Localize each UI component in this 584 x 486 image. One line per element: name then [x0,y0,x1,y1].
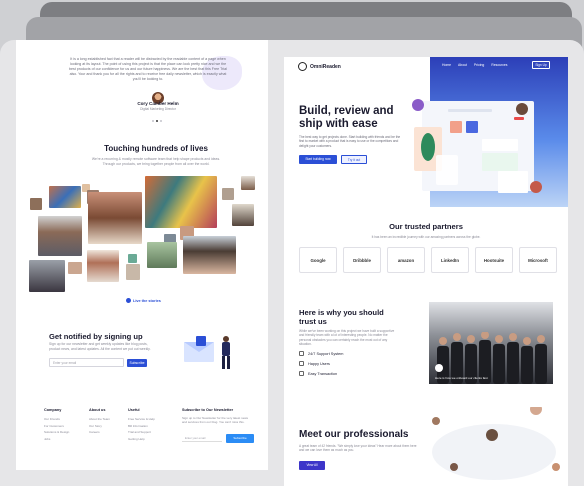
feature-label: 24/7 Support System [308,351,344,356]
footer-link[interactable]: Careers [89,429,110,436]
nav-item-about[interactable]: About [458,63,467,67]
portrait-photo [49,186,81,208]
meet-desc: A great team of 42 friends. "We simply l… [299,444,417,453]
portrait-photo [68,262,82,274]
newsletter-subscribe-button[interactable]: Subscribe [226,434,254,443]
footer-link[interactable]: Trial and Support [128,429,155,436]
nav-item-pricing[interactable]: Pricing [474,63,484,67]
testimonial-role: Digital Marketing Director [140,107,176,111]
feature-item: 24/7 Support System [299,351,343,356]
portrait-photo [241,176,255,190]
brand-logo[interactable]: OmniReaden [298,62,341,71]
hero-desc: The best way to get projects done. Start… [299,135,401,148]
email-input[interactable]: Enter your email [49,358,124,367]
feature-label: Easy Transaction [308,371,338,376]
footer-heading: Company [44,408,62,412]
start-building-button[interactable]: Start building now [299,155,337,164]
partner-logo-amazon: amazon [387,247,425,273]
world-map-illustration [432,407,560,480]
signup-title: Get notified by signing up [49,332,143,341]
partner-logo-dribbble: Dribbble [343,247,381,273]
footer-link[interactable]: Free Service & Help [128,416,155,423]
carousel-dots[interactable] [152,120,162,122]
testimonial-name: Cory Camber Helm [137,101,179,106]
live-stories-label: Live the stories [133,298,161,303]
nav-item-resources[interactable]: Resources [491,63,507,67]
brand-name: OmniReaden [310,63,341,70]
signup-button[interactable]: Sign Up [532,61,550,69]
footer-column-useful: Useful Free Service & Help Bill Informat… [128,408,155,442]
brand-logo-icon [298,62,307,71]
testimonial-quote: It is a long established fact that a rea… [69,57,227,81]
partner-logos: Google Dribbble amazon LinkedIn Hootsuit… [299,247,557,273]
transaction-icon [299,371,304,376]
footer-column-company: Company Our Friends For Customers Soluti… [44,408,69,442]
play-icon [126,298,131,303]
portrait-photo [128,254,137,263]
portrait-photo [147,242,177,268]
portrait-photo [30,198,42,210]
browser-window: It is a long established fact that a rea… [0,40,584,486]
support-icon [299,351,304,356]
partner-logo-google: Google [299,247,337,273]
portrait-photo [87,250,119,282]
team-video[interactable]: Here is how we onboard our clients fast [429,302,553,384]
newsletter-heading: Subscribe to Our Newsletter [182,408,234,412]
footer-heading: Useful [128,408,140,412]
view-all-button[interactable]: View All [299,461,325,470]
portrait-photo [126,264,140,280]
envelope-illustration [184,336,230,369]
why-desc: While we've been working on this project… [299,329,395,346]
newsletter-email-input[interactable]: Enter your email [182,434,222,442]
portrait-photo [183,236,236,274]
left-page: It is a long established fact that a rea… [16,40,268,470]
section-title-touching: Touching hundreds of lives [104,144,208,153]
portrait-photo [88,192,142,244]
section-subtitle-touching: We're a recurring & mostly remote softwa… [91,157,221,166]
subscribe-button[interactable]: Subscribe [127,359,147,367]
portrait-photo [29,260,65,292]
signup-desc: Sign up for our newsletter and get weekl… [49,342,151,351]
portrait-photo [38,216,82,256]
feature-label: Happy Users [308,361,330,366]
carousel-dot[interactable] [160,120,162,122]
portrait-photo [222,188,234,200]
users-icon [299,361,304,366]
feature-item: Happy Users [299,361,330,366]
footer-column-about: About us About the Team Our Story Career… [89,408,110,436]
footer-link[interactable]: Jobs [44,436,69,443]
portrait-photo [232,204,254,226]
hero-app-mockup [412,99,542,193]
newsletter-text: Sign up to Our Newsletter for the very l… [182,416,249,424]
try-it-out-button[interactable]: Try it out [341,155,367,164]
partner-logo-hootsuite: Hootsuite [475,247,513,273]
footer-link[interactable]: Solutions & Design [44,429,69,436]
footer-link[interactable]: About the Team [89,416,110,423]
carousel-dot[interactable] [152,120,154,122]
top-nav: Home About Pricing Resources [442,63,508,67]
feature-item: Easy Transaction [299,371,337,376]
footer-link[interactable]: Getting Help [128,436,155,443]
partner-logo-linkedin: LinkedIn [431,247,469,273]
nav-item-home[interactable]: Home [442,63,451,67]
portrait-photo [145,176,217,228]
partners-title: Our trusted partners [389,222,463,231]
footer-newsletter: Subscribe to Our Newsletter Sign up to O… [182,408,256,448]
right-page: OmniReaden Home About Pricing Resources … [284,57,568,486]
carousel-dot-active[interactable] [156,120,158,122]
footer-heading: About us [89,408,106,412]
partners-subtitle: It has been an incredible journey with o… [371,235,481,239]
why-title: Here is why you should trust us [299,308,384,326]
hero-title: Build, review and ship with ease [299,105,394,130]
video-play-icon[interactable] [435,364,443,372]
partner-logo-microsoft: Microsoft [519,247,557,273]
live-stories-link[interactable]: Live the stories [126,298,161,303]
meet-title: Meet our professionals [299,429,409,440]
video-caption: Here is how we onboard our clients fast [435,376,488,380]
